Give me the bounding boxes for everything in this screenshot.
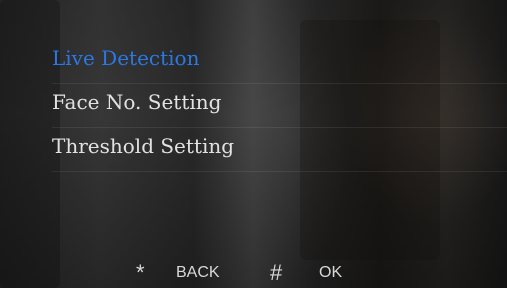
menu-item-live-detection[interactable]: Live Detection [52, 40, 507, 84]
back-label[interactable]: BACK [176, 258, 220, 288]
settings-menu: Live Detection Face No. Setting Threshol… [52, 40, 507, 172]
asterisk-key-icon[interactable]: * [136, 258, 145, 288]
device-screen: Live Detection Face No. Setting Threshol… [0, 0, 507, 288]
menu-item-threshold-setting[interactable]: Threshold Setting [52, 128, 507, 172]
menu-item-face-no-setting[interactable]: Face No. Setting [52, 84, 507, 128]
key-hint-bar: * BACK # OK [0, 258, 507, 288]
background-blur-dark [0, 0, 60, 288]
ok-label[interactable]: OK [319, 258, 342, 288]
hash-key-icon[interactable]: # [270, 258, 282, 288]
